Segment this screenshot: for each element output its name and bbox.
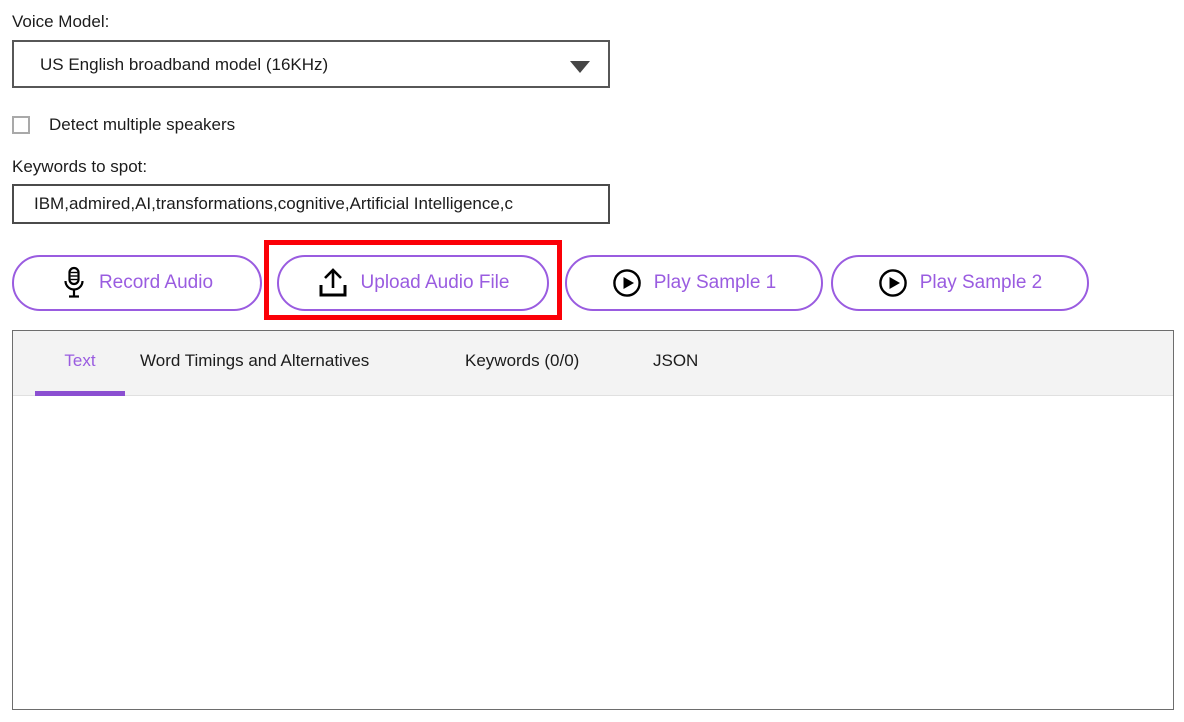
play-sample-1-button[interactable]: Play Sample 1 (565, 255, 823, 311)
tab-word-timings-label: Word Timings and Alternatives (140, 350, 370, 370)
play-sample-2-label: Play Sample 2 (919, 272, 1043, 293)
voice-model-selected-value: US English broadband model (16KHz) (40, 55, 329, 74)
detect-multiple-speakers-checkbox[interactable] (12, 116, 30, 134)
detect-multiple-speakers-label: Detect multiple speakers (49, 115, 236, 134)
results-panel: Text Word Timings and Alternatives Keywo… (12, 330, 1174, 710)
keywords-input[interactable]: IBM,admired,AI,transformations,cognitive… (12, 184, 610, 224)
play-sample-1-label: Play Sample 1 (653, 272, 777, 293)
record-audio-label: Record Audio (98, 272, 214, 293)
tab-json-label: JSON (653, 350, 699, 370)
tab-keywords-label: Keywords (0/0) (465, 350, 580, 370)
upload-icon (317, 267, 349, 299)
tab-json[interactable]: JSON (653, 331, 713, 396)
transcript-output-area[interactable] (13, 397, 1173, 709)
tab-word-timings-and-alternatives[interactable]: Word Timings and Alternatives (140, 331, 415, 396)
upload-audio-file-label: Upload Audio File (360, 272, 510, 293)
record-audio-button[interactable]: Record Audio (12, 255, 262, 311)
detect-multiple-speakers-row[interactable]: Detect multiple speakers (12, 114, 235, 136)
voice-model-select[interactable]: US English broadband model (16KHz) (12, 40, 610, 88)
tab-text[interactable]: Text (35, 331, 125, 396)
speech-to-text-demo-page: Voice Model: US English broadband model … (0, 0, 1184, 722)
upload-audio-file-button[interactable]: Upload Audio File (277, 255, 549, 311)
tab-keywords[interactable]: Keywords (0/0) (465, 331, 603, 396)
play-circle-icon (878, 268, 908, 298)
chevron-down-icon (570, 61, 590, 73)
keywords-label: Keywords to spot: (12, 157, 148, 176)
voice-model-label: Voice Model: (12, 12, 110, 31)
microphone-icon (61, 266, 87, 300)
play-sample-2-button[interactable]: Play Sample 2 (831, 255, 1089, 311)
tab-text-label: Text (64, 350, 96, 370)
keywords-input-value: IBM,admired,AI,transformations,cognitive… (34, 194, 514, 213)
play-circle-icon (612, 268, 642, 298)
results-tabbar: Text Word Timings and Alternatives Keywo… (13, 331, 1173, 396)
